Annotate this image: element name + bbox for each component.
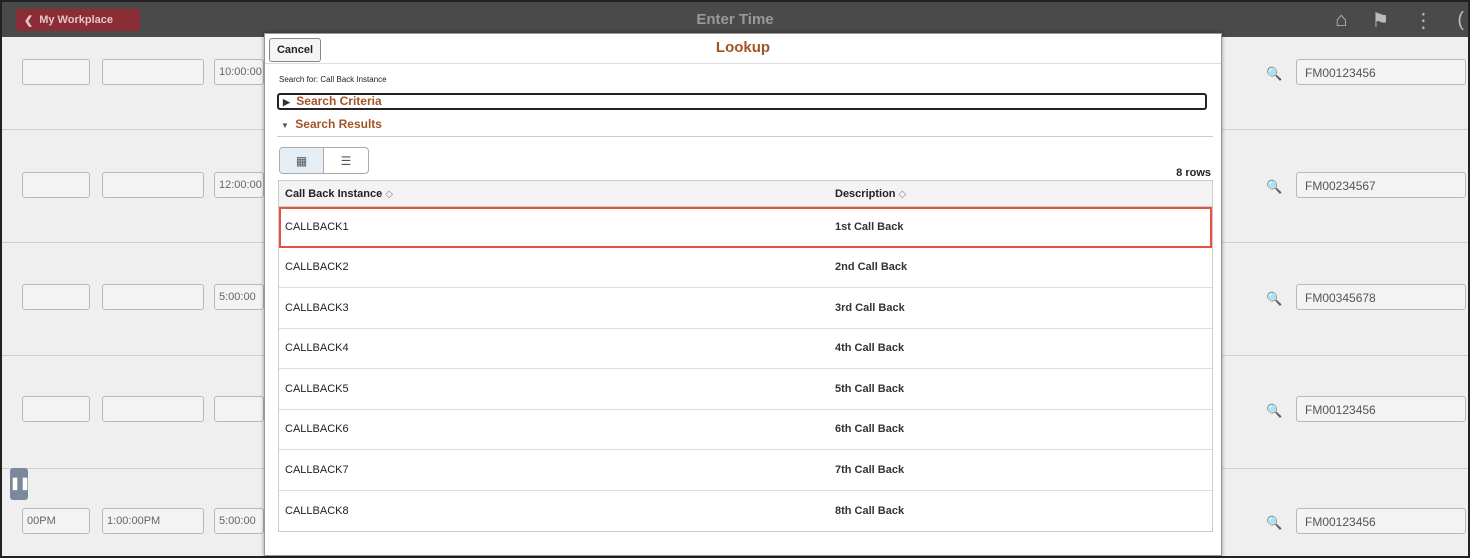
time-out-field[interactable]: 12:00:00 — [214, 172, 264, 198]
time-field[interactable] — [102, 59, 204, 85]
table-row[interactable]: CALLBACK8 8th Call Back — [279, 491, 1212, 532]
time-field[interactable]: 1:00:00PM — [102, 508, 204, 534]
code-field[interactable]: FM00123456 — [1296, 508, 1466, 534]
table-row[interactable]: CALLBACK1 1st Call Back — [279, 207, 1212, 248]
time-out-field[interactable]: 5:00:00 — [214, 508, 264, 534]
search-icon[interactable]: 🔍 — [1266, 515, 1286, 535]
view-toggle: ▦ ☰ — [279, 147, 369, 174]
lookup-modal: Cancel Lookup Search for: Call Back Inst… — [264, 33, 1222, 556]
search-results-label: Search Results — [295, 117, 382, 131]
modal-header: Cancel Lookup — [265, 34, 1221, 64]
table-row[interactable]: CALLBACK6 6th Call Back — [279, 410, 1212, 450]
code-field[interactable]: FM00234567 — [1296, 172, 1466, 198]
code-field[interactable]: FM00345678 — [1296, 284, 1466, 310]
table-row[interactable]: CALLBACK3 3rd Call Back — [279, 288, 1212, 329]
caret-right-icon: ▶ — [283, 97, 290, 107]
code-field[interactable]: FM00123456 — [1296, 396, 1466, 422]
search-icon[interactable]: 🔍 — [1266, 403, 1286, 423]
table-row[interactable]: CALLBACK7 7th Call Back — [279, 450, 1212, 491]
pause-tab[interactable]: ❚❚ — [10, 468, 30, 500]
search-icon[interactable]: 🔍 — [1266, 66, 1286, 86]
grid-view-icon[interactable]: ▦ — [280, 148, 325, 173]
table-header: Call Back Instance ◇ Description ◇ — [279, 181, 1212, 207]
search-for-label: Search for: Call Back Instance — [279, 75, 387, 84]
flag-icon[interactable]: ⚑ — [1371, 8, 1389, 33]
table-row[interactable]: CALLBACK4 4th Call Back — [279, 329, 1212, 369]
time-field[interactable] — [102, 284, 204, 310]
notifications-icon[interactable]: ( — [1457, 9, 1464, 32]
list-view-icon[interactable]: ☰ — [324, 148, 368, 173]
time-out-field[interactable] — [214, 396, 264, 422]
header-actions: ⌂ ⚑ ⋮ ( — [1335, 8, 1468, 33]
home-icon[interactable]: ⌂ — [1335, 9, 1347, 32]
search-criteria-toggle[interactable]: ▶ Search Criteria — [277, 93, 1207, 110]
caret-down-icon: ▼ — [281, 121, 289, 130]
search-criteria-label: Search Criteria — [296, 94, 382, 108]
time-out-field[interactable]: 10:00:00 — [214, 59, 264, 85]
time-in-field[interactable] — [22, 284, 90, 310]
code-field[interactable]: FM00123456 — [1296, 59, 1466, 85]
sort-icon: ◇ — [898, 188, 907, 200]
time-in-field[interactable]: 00PM — [22, 508, 90, 534]
time-out-field[interactable]: 5:00:00 — [214, 284, 264, 310]
header-bar: ❮ My Workplace Enter Time ⌂ ⚑ ⋮ ( — [2, 2, 1468, 37]
table-row[interactable]: CALLBACK5 5th Call Back — [279, 369, 1212, 410]
time-in-field[interactable] — [22, 172, 90, 198]
time-in-field[interactable] — [22, 59, 90, 85]
rows-count: 8 rows — [1176, 167, 1211, 179]
column-header-instance[interactable]: Call Back Instance ◇ — [279, 188, 832, 200]
column-header-description[interactable]: Description ◇ — [832, 188, 906, 200]
sort-icon: ◇ — [385, 188, 393, 200]
modal-title: Lookup — [715, 39, 771, 56]
time-field[interactable] — [102, 172, 204, 198]
table-row[interactable]: CALLBACK2 2nd Call Back — [279, 248, 1212, 288]
search-icon[interactable]: 🔍 — [1266, 179, 1286, 199]
results-table: Call Back Instance ◇ Description ◇ CALLBAC… — [278, 180, 1213, 532]
search-results-header[interactable]: ▼ Search Results — [277, 117, 1213, 137]
page-title: Enter Time — [696, 11, 774, 28]
search-icon[interactable]: 🔍 — [1266, 291, 1286, 311]
more-icon[interactable]: ⋮ — [1413, 8, 1433, 33]
time-field[interactable] — [102, 396, 204, 422]
time-in-field[interactable] — [22, 396, 90, 422]
